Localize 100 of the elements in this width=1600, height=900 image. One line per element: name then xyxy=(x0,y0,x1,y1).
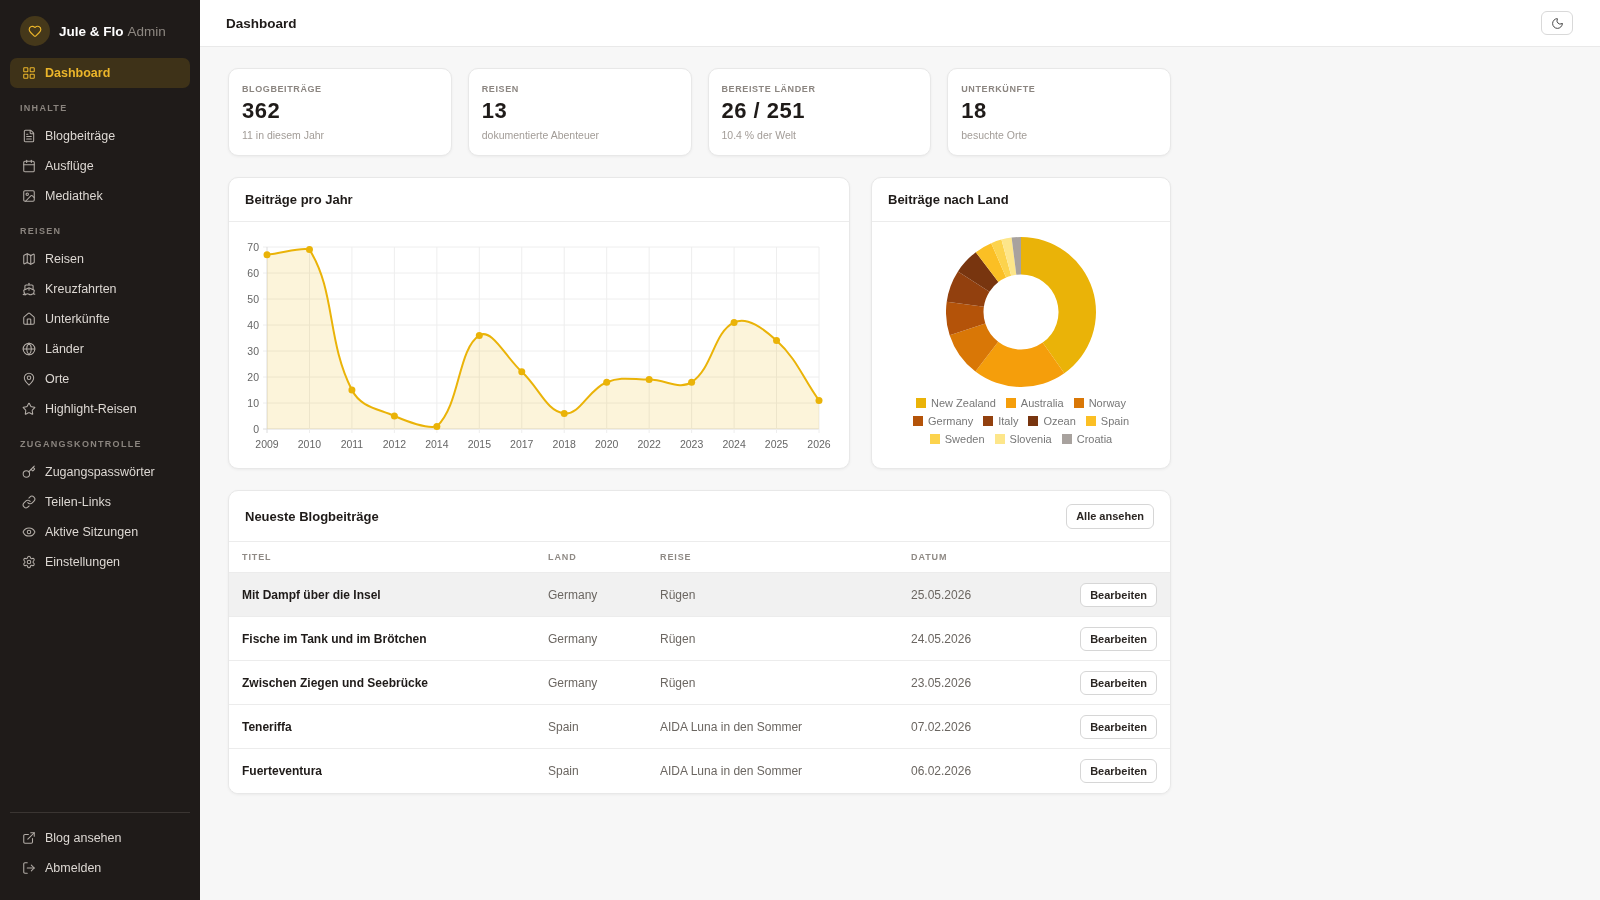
table-cell: Rügen xyxy=(660,631,696,646)
table-cell: 06.02.2026 xyxy=(911,764,972,778)
axis-label: 70 xyxy=(247,240,259,253)
table-cell: Germany xyxy=(548,587,598,602)
section-title: REISEN xyxy=(19,225,63,238)
point xyxy=(603,378,611,386)
external-link-icon xyxy=(22,831,36,845)
table-cell: Fuerteventura xyxy=(242,764,323,778)
nav-item[interactable]: Aktive Sitzungen xyxy=(10,517,190,547)
stat-label: REISEN xyxy=(481,84,520,95)
table-cell: Fische im Tank und im Brötchen xyxy=(242,631,427,646)
axis-label: 2012 xyxy=(382,438,407,450)
moon-icon xyxy=(1550,16,1564,30)
legend-label: Croatia xyxy=(1076,433,1113,445)
map-icon xyxy=(22,252,36,266)
stat-label: BEREISTE LÄNDER xyxy=(721,84,817,95)
point xyxy=(518,368,526,376)
grid-icon xyxy=(22,66,36,80)
nav-item[interactable]: Mediathek xyxy=(10,181,190,211)
donut-slice xyxy=(1001,237,1017,276)
table-cell: Teneriffa xyxy=(242,719,292,734)
globe-icon xyxy=(22,342,36,356)
axis-label: 2025 xyxy=(764,438,789,450)
donut-slice xyxy=(991,239,1012,278)
nav-item[interactable]: Orte xyxy=(10,364,190,394)
donut-slice xyxy=(1021,237,1096,374)
legend-label: Slovenia xyxy=(1009,433,1052,445)
axis-label: 2014 xyxy=(425,438,449,450)
nav-item[interactable]: Ausflüge xyxy=(10,151,190,181)
axis-label: 2022 xyxy=(637,438,661,450)
axis-label: 2011 xyxy=(340,438,364,450)
legend-label: Australia xyxy=(1020,397,1064,409)
card-title: Beiträge pro Jahr xyxy=(245,192,353,207)
legend-label: New Zealand xyxy=(931,397,996,409)
nav-item[interactable]: Highlight-Reisen xyxy=(10,394,190,424)
point xyxy=(815,396,823,404)
card-title: Neueste Blogbeiträge xyxy=(245,508,379,524)
axis-label: 2010 xyxy=(297,438,322,450)
document-icon xyxy=(22,129,36,143)
point xyxy=(773,337,781,345)
table-cell: Spain xyxy=(548,719,579,734)
nav-item[interactable]: Länder xyxy=(10,334,190,364)
nav-item[interactable]: Unterkünfte xyxy=(10,304,190,334)
axis-label: 2015 xyxy=(467,438,491,450)
table-cell: AIDA Luna in den Sommer xyxy=(660,719,803,734)
axis-label: 50 xyxy=(247,292,259,305)
table-cell: Spain xyxy=(548,764,579,778)
legend-label: Germany xyxy=(928,415,974,427)
table-cell: 25.05.2026 xyxy=(911,587,972,602)
point xyxy=(475,331,483,339)
house-icon xyxy=(22,312,36,326)
stat-note: 10.4 % der Welt xyxy=(721,129,797,141)
axis-label: 40 xyxy=(247,318,259,331)
legend-label: Ozean xyxy=(1043,415,1076,427)
table-cell: Germany xyxy=(548,675,598,690)
nav-item[interactable]: Blog ansehen xyxy=(10,823,190,853)
point xyxy=(348,386,356,394)
nav-item[interactable]: Teilen-Links xyxy=(10,487,190,517)
stat-value: 26 / 251 xyxy=(721,99,806,123)
settings-icon xyxy=(22,555,36,569)
table-cell: Rügen xyxy=(660,675,696,690)
edit-button[interactable]: Bearbeiten xyxy=(1080,759,1157,783)
view-all-button[interactable]: Alle ansehen xyxy=(1066,503,1154,529)
section-title: ZUGANGSKONTROLLE xyxy=(19,438,143,451)
nav-item[interactable]: Zugangspasswörter xyxy=(10,457,190,487)
axis-label: 2009 xyxy=(255,438,279,450)
legend-label: Norway xyxy=(1088,397,1126,409)
edit-button[interactable]: Bearbeiten xyxy=(1080,626,1157,651)
edit-button[interactable]: Bearbeiten xyxy=(1080,670,1157,695)
table-cell: AIDA Luna in den Sommer xyxy=(660,764,803,778)
axis-label: 30 xyxy=(247,344,259,357)
calendar-icon xyxy=(22,159,36,173)
nav-item[interactable]: Reisen xyxy=(10,244,190,274)
star-icon xyxy=(22,402,36,416)
table-cell: Mit Dampf über die Insel xyxy=(242,587,381,602)
nav-item[interactable]: Abmelden xyxy=(10,853,190,883)
point xyxy=(560,409,568,417)
nav-item[interactable]: Blogbeiträge xyxy=(10,121,190,151)
nav-item[interactable]: Einstellungen xyxy=(10,547,190,577)
point xyxy=(730,318,738,326)
stat-note: dokumentierte Abenteuer xyxy=(481,129,601,141)
axis-label: 60 xyxy=(247,266,259,279)
axis-label: 2026 xyxy=(807,438,831,450)
edit-button[interactable]: Bearbeiten xyxy=(1080,714,1157,739)
column-header: DATUM xyxy=(911,552,949,562)
nav-item[interactable]: Kreuzfahrten xyxy=(10,274,190,304)
column-header: TITEL xyxy=(242,552,273,562)
card-title: Beiträge nach Land xyxy=(888,192,1009,207)
theme-toggle-button[interactable] xyxy=(1541,11,1573,35)
donut-slice xyxy=(946,301,986,336)
donut-slice xyxy=(1011,237,1021,275)
brand-name: Jule & Flo xyxy=(59,23,124,39)
edit-button[interactable]: Bearbeiten xyxy=(1080,582,1157,607)
donut-slice xyxy=(949,323,999,372)
stat-value: 13 xyxy=(481,99,509,123)
nav-item[interactable]: Dashboard xyxy=(10,58,190,88)
column-header: REISE xyxy=(660,552,693,562)
axis-label: 2020 xyxy=(595,438,619,450)
table-cell: 23.05.2026 xyxy=(911,675,972,690)
point xyxy=(263,251,271,259)
